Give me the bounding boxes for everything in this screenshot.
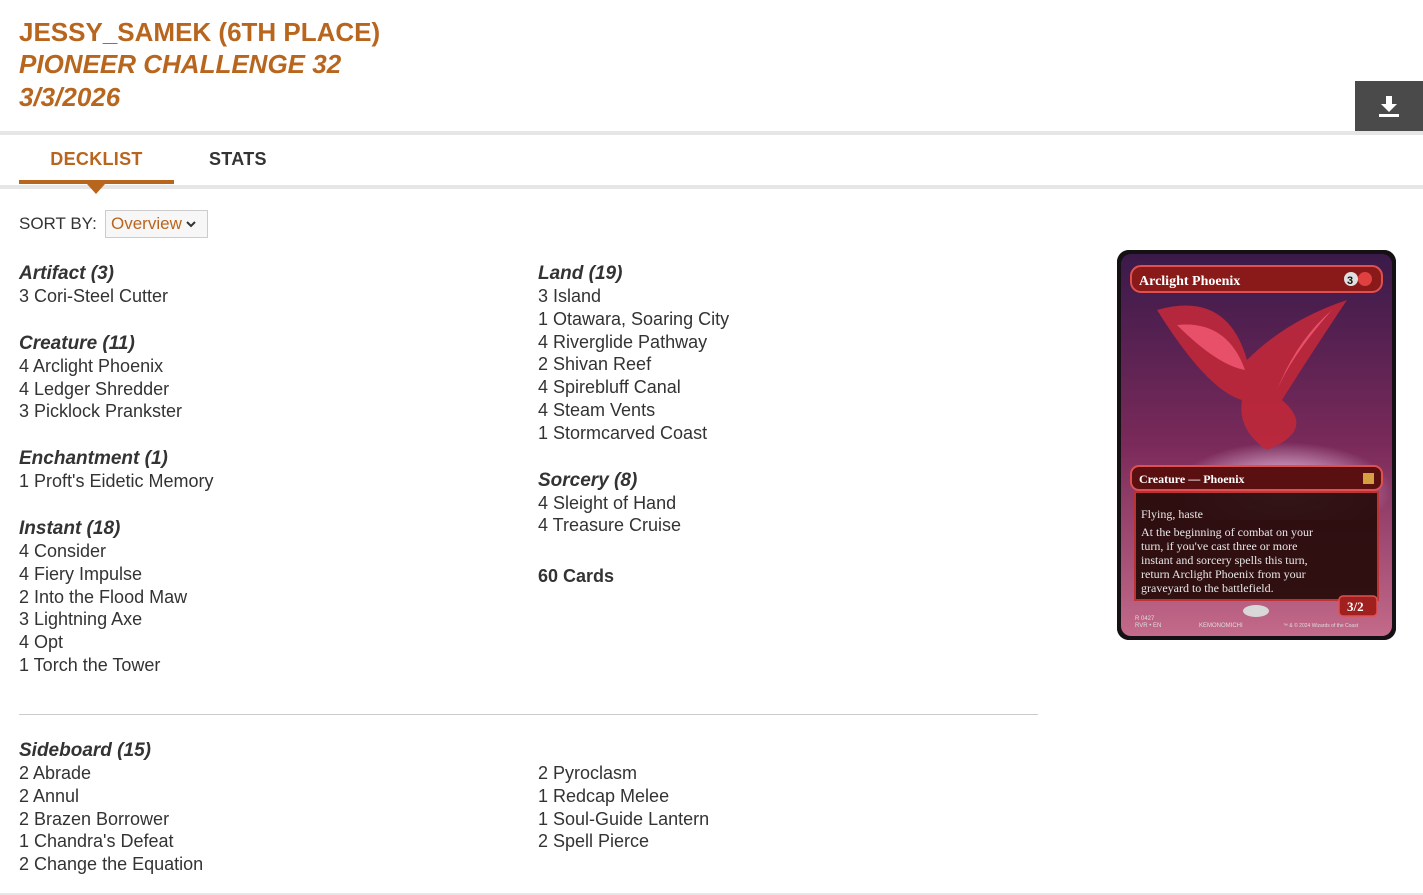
card-power-toughness: 3/2 <box>1347 599 1364 614</box>
download-icon <box>1379 96 1399 117</box>
event-name: PIONEER CHALLENGE 32 <box>19 49 342 79</box>
card-list-item[interactable]: 3 Lightning Axe <box>19 608 519 631</box>
card-set-line: RVR • EN <box>1135 623 1161 629</box>
card-list-item[interactable]: 1 Torch the Tower <box>19 654 519 677</box>
card-type-line: Creature — Phoenix <box>1139 472 1245 486</box>
sideboard-left-column: 2 Abrade 2 Annul 2 Brazen Borrower 1 Chandr… <box>19 762 203 876</box>
card-list-item[interactable]: 1 Otawara, Soaring City <box>538 308 1038 331</box>
card-list-item[interactable]: 1 Stormcarved Coast <box>538 422 1038 445</box>
card-list-item[interactable]: 4 Fiery Impulse <box>19 563 519 586</box>
card-list-item[interactable]: 4 Opt <box>19 631 519 654</box>
sideboard-right-column: 2 Pyroclasm 1 Redcap Melee 1 Soul-Guide La… <box>538 762 709 853</box>
tab-decklist[interactable]: DECKLIST <box>19 149 174 170</box>
card-type-heading: Artifact (3) <box>19 263 115 284</box>
sideboard-separator <box>19 714 1038 715</box>
maindeck-left-column: Artifact (3) 3 Cori-Steel Cutter Creature … <box>19 262 519 677</box>
card-list-item[interactable]: 4 Arclight Phoenix <box>19 355 519 378</box>
card-preview-image: Arclight Phoenix 3 Creature — Phoenix Fl… <box>1117 250 1396 640</box>
sideboard-card-item[interactable]: 2 Change the Equation <box>19 853 203 876</box>
card-rules-1: Flying, haste <box>1141 507 1203 521</box>
event-date: 3/3/2026 <box>19 82 121 112</box>
tab-stats[interactable]: STATS <box>209 149 267 170</box>
card-list-item[interactable]: 4 Spirebluff Canal <box>538 376 1038 399</box>
download-button[interactable] <box>1355 81 1423 131</box>
card-list-item[interactable]: 4 Steam Vents <box>538 399 1038 422</box>
card-list-item[interactable]: 4 Ledger Shredder <box>19 378 519 401</box>
card-list-item[interactable]: 2 Shivan Reef <box>538 353 1038 376</box>
card-list-item[interactable]: 3 Island <box>538 285 1038 308</box>
card-type-heading: Instant (18) <box>19 517 121 539</box>
card-list-item[interactable]: 1 Proft's Eidetic Memory <box>19 470 519 493</box>
active-tab-caret <box>87 184 105 194</box>
card-list-item[interactable]: 4 Consider <box>19 540 519 563</box>
sort-selected-value: Overview <box>111 214 182 233</box>
sideboard-card-item[interactable]: 2 Abrade <box>19 762 203 785</box>
maindeck-right-column: Land (19) 3 Island 1 Otawara, Soaring City… <box>538 262 1038 588</box>
sideboard-card-item[interactable]: 2 Brazen Borrower <box>19 808 203 831</box>
tab-bar: DECKLIST STATS <box>0 135 1423 187</box>
sort-select[interactable]: Overview <box>105 210 208 238</box>
card-type-heading: Sorcery (8) <box>538 469 638 491</box>
card-type-heading: Enchantment (1) <box>19 448 168 470</box>
sideboard-card-item[interactable]: 1 Chandra's Defeat <box>19 830 203 853</box>
sideboard-card-item[interactable]: 2 Pyroclasm <box>538 762 709 785</box>
sideboard-card-item[interactable]: 2 Spell Pierce <box>538 830 709 853</box>
card-artist: KEMONOMICHI <box>1199 623 1243 629</box>
deck-header: JESSY_SAMEK (6TH PLACE) PIONEER CHALLENG… <box>0 0 1423 132</box>
card-list-item[interactable]: 3 Picklock Prankster <box>19 400 519 423</box>
card-list-item[interactable]: 4 Sleight of Hand <box>538 492 1038 515</box>
chevron-down-icon <box>186 221 196 228</box>
card-list-item[interactable]: 2 Into the Flood Maw <box>19 586 519 609</box>
deck-card-total: 60 Cards <box>538 566 615 587</box>
player-name: JESSY_SAMEK (6TH PLACE) <box>19 17 381 47</box>
tabs-divider <box>0 185 1423 189</box>
sideboard-card-item[interactable]: 1 Soul-Guide Lantern <box>538 808 709 831</box>
card-mana-cost: 3 <box>1347 275 1353 287</box>
card-collector-number: R 0427 <box>1135 616 1155 622</box>
card-copyright: ™ & © 2024 Wizards of the Coast <box>1283 622 1359 629</box>
card-list-item[interactable]: 4 Treasure Cruise <box>538 514 1038 537</box>
card-type-heading: Land (19) <box>538 263 623 284</box>
card-list-item[interactable]: 4 Riverglide Pathway <box>538 331 1038 354</box>
card-type-heading: Creature (11) <box>19 332 135 354</box>
sideboard-card-item[interactable]: 1 Redcap Melee <box>538 785 709 808</box>
card-list-item[interactable]: 3 Cori-Steel Cutter <box>19 285 519 308</box>
card-name: Arclight Phoenix <box>1139 274 1240 289</box>
sideboard-title: Sideboard (15) <box>19 740 151 761</box>
sort-label: SORT BY: <box>19 214 97 233</box>
sideboard-card-item[interactable]: 2 Annul <box>19 785 203 808</box>
